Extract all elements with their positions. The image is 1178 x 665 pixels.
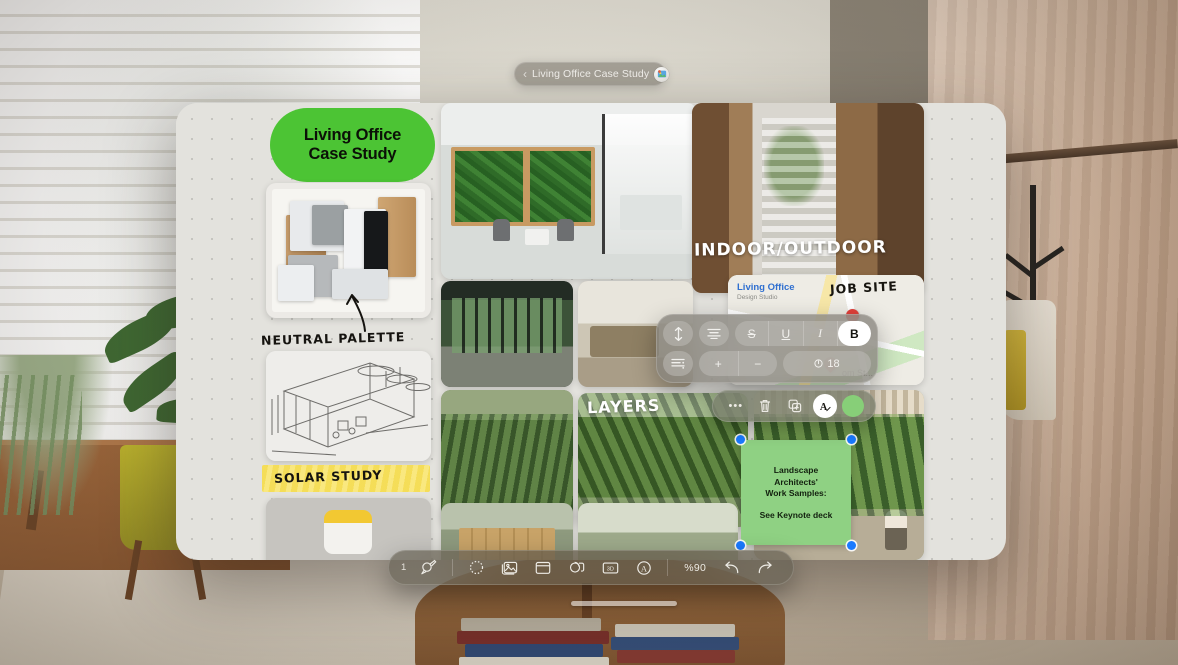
redo-button[interactable]	[750, 555, 781, 581]
pen-tool[interactable]	[412, 555, 443, 581]
bottom-toolbar[interactable]: 1 3D A %90	[388, 550, 794, 585]
sticky-note[interactable]: Landscape Architects' Work Samples: See …	[736, 435, 856, 550]
shape-tool[interactable]	[461, 555, 492, 581]
map-card-title: Living Office	[737, 282, 795, 293]
toolbar-divider-1	[451, 559, 453, 576]
font-size-field[interactable]: 18	[783, 351, 871, 376]
scene-tool[interactable]: 3D	[594, 555, 625, 581]
selection-handle-tr[interactable]	[847, 435, 856, 444]
sticky-note-body: See Keynote deck	[759, 509, 833, 520]
image-outdoor-corridor[interactable]	[692, 103, 924, 293]
svg-text:3D: 3D	[606, 566, 613, 572]
annotation-neutral-palette: NEUTRAL PALETTE	[260, 329, 406, 348]
note-icon	[324, 510, 372, 554]
annotation-layers: LAYERS	[586, 395, 661, 418]
svg-text:A: A	[820, 402, 828, 413]
selection-handle-br[interactable]	[847, 541, 856, 550]
font-size-stepper[interactable]: + −	[699, 351, 777, 376]
object-context-menu[interactable]: ••• A	[712, 390, 876, 422]
text-style-segment[interactable]: S U I B	[735, 321, 871, 346]
board-canvas[interactable]: Living OfficeCase Study NEUTRAL PALETTE	[176, 103, 1006, 560]
underline-button[interactable]: U	[769, 321, 804, 346]
image-glass-facade[interactable]	[441, 281, 573, 387]
selection-handle-bl[interactable]	[736, 541, 745, 550]
delete-button[interactable]	[753, 394, 777, 418]
increase-size-button[interactable]: +	[699, 351, 739, 376]
font-size-value: 18	[827, 357, 840, 370]
window-resize-grabber[interactable]	[571, 601, 677, 606]
text-format-toolbar[interactable]: S U I B + − 18	[656, 314, 878, 383]
duplicate-button[interactable]	[783, 394, 807, 418]
sticky-note-title: Landscape Architects' Work Samples:	[765, 465, 827, 499]
color-swatch-button[interactable]	[842, 395, 865, 417]
bold-button[interactable]: B	[837, 321, 871, 346]
window-title-bar[interactable]: ‹ Living Office Case Study	[514, 62, 670, 86]
strikethrough-button[interactable]: S	[735, 321, 770, 346]
list-button[interactable]	[663, 351, 693, 376]
image-office-green-wall[interactable]	[441, 103, 697, 279]
board-heading-text: Living Office Case Study	[303, 125, 402, 163]
arrow-annotation	[346, 294, 366, 332]
font-icon	[814, 359, 823, 368]
freeform-app-window[interactable]: Living OfficeCase Study NEUTRAL PALETTE	[176, 103, 1006, 560]
text-tool[interactable]: A	[628, 555, 659, 581]
toolbar-divider-2	[667, 559, 669, 576]
media-tool[interactable]	[494, 555, 525, 581]
undo-button[interactable]	[716, 555, 747, 581]
freeform-app-icon[interactable]	[654, 66, 670, 82]
text-style-button[interactable]: A	[812, 394, 837, 418]
page-number: 1	[401, 562, 407, 573]
zoom-level[interactable]: %90	[676, 562, 714, 574]
svg-text:A: A	[640, 563, 647, 573]
text-align-button[interactable]	[699, 321, 729, 346]
board-heading-bubble[interactable]: Living Office Case Study	[270, 108, 435, 182]
map-card-subtitle: Design Studio	[737, 294, 778, 301]
italic-button[interactable]: I	[804, 321, 838, 346]
selection-handle-tl[interactable]	[736, 435, 745, 444]
perspective-sketch-image[interactable]	[266, 351, 431, 461]
decrease-size-button[interactable]: −	[739, 351, 778, 376]
more-options-button[interactable]: •••	[724, 394, 748, 418]
annotation-indoor-outdoor: INDOOR/OUTDOOR	[693, 237, 887, 261]
back-chevron-icon[interactable]: ‹	[523, 68, 527, 80]
window-title: Living Office Case Study	[532, 68, 650, 80]
shapes-tool[interactable]	[561, 555, 592, 581]
sticky-note-tool[interactable]	[528, 555, 559, 581]
text-resize-button[interactable]	[663, 321, 693, 346]
